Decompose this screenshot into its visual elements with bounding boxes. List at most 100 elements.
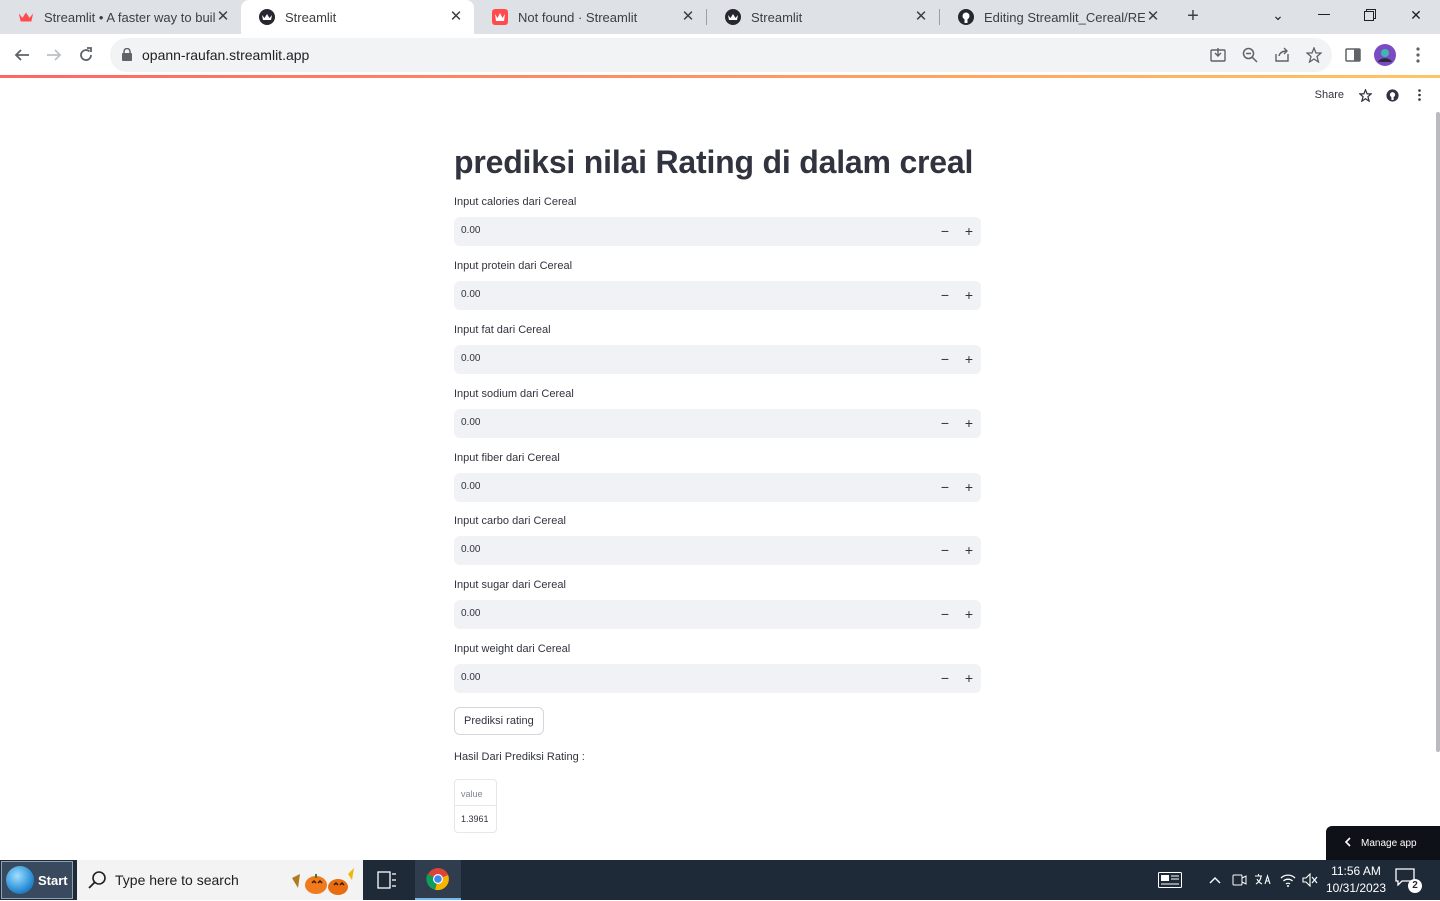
protein-field: Input protein dari Cereal 0.00 − + bbox=[454, 260, 981, 310]
clock-time: 11:56 AM bbox=[1331, 864, 1381, 878]
star-icon[interactable] bbox=[1358, 88, 1372, 102]
input-value: 0.00 bbox=[461, 544, 481, 555]
manage-app-button[interactable]: Manage app bbox=[1326, 826, 1440, 860]
browser-tab-2[interactable]: Streamlit ✕ bbox=[241, 0, 474, 34]
close-tab-icon[interactable]: ✕ bbox=[448, 9, 464, 25]
carbo-field: Input carbo dari Cereal 0.00 − + bbox=[454, 515, 981, 565]
lock-icon bbox=[122, 47, 132, 66]
chevron-left-icon bbox=[1344, 836, 1351, 850]
sugar-number-input[interactable]: 0.00 − + bbox=[454, 600, 981, 629]
decrement-button[interactable]: − bbox=[933, 281, 957, 310]
close-tab-icon[interactable]: ✕ bbox=[1145, 9, 1161, 25]
decrement-button[interactable]: − bbox=[933, 473, 957, 502]
share-button[interactable]: Share bbox=[1315, 89, 1344, 101]
url-text: opann-raufan.streamlit.app bbox=[142, 47, 310, 63]
fiber-number-input[interactable]: 0.00 − + bbox=[454, 473, 981, 502]
weight-number-input[interactable]: 0.00 − + bbox=[454, 664, 981, 693]
minimize-button[interactable] bbox=[1301, 0, 1347, 30]
taskbar-search-box[interactable]: Type here to search bbox=[77, 860, 363, 900]
increment-button[interactable]: + bbox=[957, 536, 981, 565]
result-label: Hasil Dari Prediksi Rating : bbox=[454, 751, 585, 763]
fat-number-input[interactable]: 0.00 − + bbox=[454, 345, 981, 374]
start-button[interactable]: Start bbox=[1, 861, 73, 899]
decrement-button[interactable]: − bbox=[933, 600, 957, 629]
volume-muted-icon[interactable] bbox=[1299, 860, 1321, 900]
notification-center-icon[interactable]: 2 bbox=[1395, 868, 1423, 893]
browser-tab-3[interactable]: Not found · Streamlit ✕ bbox=[474, 0, 706, 34]
increment-button[interactable]: + bbox=[957, 217, 981, 246]
increment-button[interactable]: + bbox=[957, 600, 981, 629]
reload-icon[interactable] bbox=[70, 39, 102, 71]
browser-toolbar: opann-raufan.streamlit.app bbox=[0, 34, 1440, 76]
task-view-icon[interactable] bbox=[364, 860, 410, 900]
sugar-field: Input sugar dari Cereal 0.00 − + bbox=[454, 579, 981, 629]
profile-avatar[interactable] bbox=[1369, 39, 1401, 71]
address-bar[interactable]: opann-raufan.streamlit.app bbox=[110, 38, 1332, 72]
news-widget-icon[interactable] bbox=[1151, 860, 1189, 900]
decrement-button[interactable]: − bbox=[933, 536, 957, 565]
restore-button[interactable] bbox=[1347, 0, 1393, 30]
increment-button[interactable]: + bbox=[957, 409, 981, 438]
bookmark-star-icon[interactable] bbox=[1298, 39, 1330, 71]
result-dataframe[interactable]: value 1.3961 bbox=[454, 779, 497, 833]
calories-field: Input calories dari Cereal 0.00 − + bbox=[454, 196, 981, 246]
decrement-button[interactable]: − bbox=[933, 345, 957, 374]
forward-arrow-icon[interactable] bbox=[38, 39, 70, 71]
browser-tab-1[interactable]: Streamlit • A faster way to build ✕ bbox=[0, 0, 241, 34]
browser-tab-4[interactable]: Streamlit ✕ bbox=[707, 0, 939, 34]
predict-rating-button[interactable]: Prediksi rating bbox=[454, 707, 544, 735]
browser-tab-strip: Streamlit • A faster way to build ✕ Stre… bbox=[0, 0, 1440, 34]
field-label: Input fiber dari Cereal bbox=[454, 452, 560, 464]
input-value: 0.00 bbox=[461, 672, 481, 683]
app-header-actions: Share bbox=[1315, 86, 1440, 104]
page-scrollbar[interactable] bbox=[1436, 112, 1440, 752]
tab-title: Editing Streamlit_Cereal/READM bbox=[984, 9, 1145, 25]
protein-number-input[interactable]: 0.00 − + bbox=[454, 281, 981, 310]
browser-tab-5[interactable]: Editing Streamlit_Cereal/READM ✕ bbox=[940, 0, 1171, 34]
sodium-number-input[interactable]: 0.00 − + bbox=[454, 409, 981, 438]
decrement-button[interactable]: − bbox=[933, 664, 957, 693]
tab-title: Streamlit bbox=[285, 9, 337, 25]
clock-date: 10/31/2023 bbox=[1325, 881, 1387, 895]
wifi-icon[interactable] bbox=[1277, 860, 1299, 900]
decrement-button[interactable]: − bbox=[933, 409, 957, 438]
back-arrow-icon[interactable] bbox=[6, 39, 38, 71]
field-label: Input calories dari Cereal bbox=[454, 196, 577, 208]
close-window-button[interactable]: ✕ bbox=[1393, 0, 1439, 30]
decrement-button[interactable]: − bbox=[933, 217, 957, 246]
app-menu-icon[interactable] bbox=[1412, 88, 1426, 102]
close-tab-icon[interactable]: ✕ bbox=[215, 9, 231, 25]
new-tab-button[interactable]: + bbox=[1181, 5, 1205, 29]
input-value: 0.00 bbox=[461, 481, 481, 492]
increment-button[interactable]: + bbox=[957, 664, 981, 693]
chrome-menu-icon[interactable] bbox=[1402, 39, 1434, 71]
share-page-icon[interactable] bbox=[1266, 39, 1298, 71]
input-value: 0.00 bbox=[461, 353, 481, 364]
tab-search-icon[interactable]: ⌄ bbox=[1255, 0, 1301, 30]
sodium-field: Input sodium dari Cereal 0.00 − + bbox=[454, 388, 981, 438]
start-label: Start bbox=[38, 872, 68, 888]
windows-taskbar: Start Type here to search 11:56 AM 10/31… bbox=[0, 860, 1440, 900]
show-hidden-icons-chevron-icon[interactable] bbox=[1204, 860, 1226, 900]
close-tab-icon[interactable]: ✕ bbox=[913, 9, 929, 25]
meet-now-icon[interactable] bbox=[1228, 860, 1250, 900]
input-method-icon[interactable] bbox=[1252, 860, 1274, 900]
increment-button[interactable]: + bbox=[957, 281, 981, 310]
taskbar-clock[interactable]: 11:56 AM 10/31/2023 bbox=[1322, 863, 1390, 897]
calories-number-input[interactable]: 0.00 − + bbox=[454, 217, 981, 246]
zoom-icon[interactable] bbox=[1234, 39, 1266, 71]
increment-button[interactable]: + bbox=[957, 345, 981, 374]
page-title: prediksi nilai Rating di dalam creal bbox=[454, 144, 974, 180]
chrome-taskbar-icon[interactable] bbox=[415, 860, 461, 900]
side-panel-icon[interactable] bbox=[1337, 39, 1369, 71]
input-value: 0.00 bbox=[461, 289, 481, 300]
github-icon[interactable] bbox=[1385, 88, 1399, 102]
field-label: Input sugar dari Cereal bbox=[454, 579, 566, 591]
close-tab-icon[interactable]: ✕ bbox=[680, 9, 696, 25]
install-app-icon[interactable] bbox=[1202, 39, 1234, 71]
carbo-number-input[interactable]: 0.00 − + bbox=[454, 536, 981, 565]
manage-app-label: Manage app bbox=[1361, 837, 1417, 849]
tab-title: Streamlit • A faster way to build bbox=[44, 9, 215, 25]
increment-button[interactable]: + bbox=[957, 473, 981, 502]
search-placeholder: Type here to search bbox=[115, 872, 239, 888]
